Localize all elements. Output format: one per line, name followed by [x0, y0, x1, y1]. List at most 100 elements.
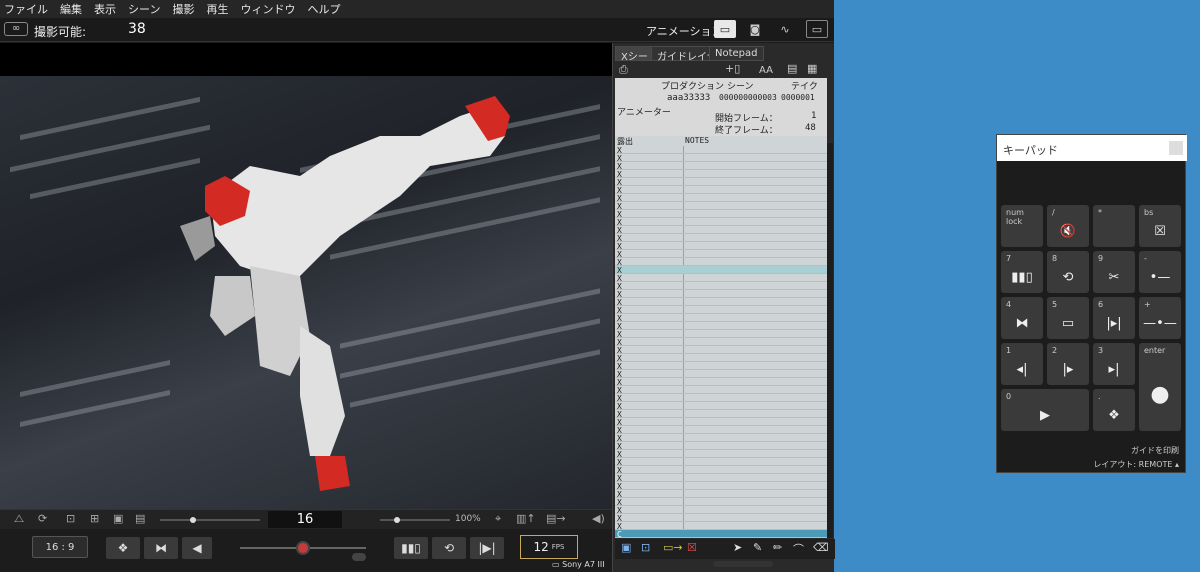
layout-selector[interactable]: レイアウト: REMOTE ▴ [1093, 459, 1179, 470]
xsheet-row[interactable]: X [615, 482, 827, 491]
camera-mode-icon[interactable]: ◙ [744, 20, 766, 38]
key-compare[interactable]: 7 ▮▮▯ [1001, 251, 1043, 293]
menu-edit[interactable]: 編集 [60, 1, 82, 17]
current-frame-number[interactable]: 16 [268, 511, 342, 528]
xsheet-row[interactable]: X [615, 506, 827, 515]
xsheet-row[interactable]: X [615, 394, 827, 403]
xsheet-h-scrollbar[interactable] [713, 561, 773, 567]
key-bowtie[interactable]: 4 ⧓ [1001, 297, 1043, 339]
font-size-button[interactable]: AA [759, 65, 773, 76]
mask-icon[interactable]: ▣ [113, 512, 123, 525]
key-minus[interactable]: - •— [1139, 251, 1181, 293]
key-step-fwd[interactable]: 2 |▸ [1047, 343, 1089, 385]
xsheet-row[interactable]: X [615, 290, 827, 299]
xsheet-row[interactable]: X [615, 266, 827, 275]
xsheet-row[interactable]: X [615, 338, 827, 347]
multi-column-icon[interactable]: ▦ [807, 62, 817, 75]
loop-button[interactable]: ⟲ [432, 537, 466, 559]
curve-icon[interactable]: ⌒ [793, 541, 804, 557]
start-frame-value[interactable]: 1 [811, 111, 816, 121]
menu-capture[interactable]: 撮影 [172, 1, 194, 17]
xsheet-row[interactable]: X [615, 522, 827, 531]
speaker-icon[interactable]: ◀) [592, 512, 605, 525]
key-step-back[interactable]: 1 ◂| [1001, 343, 1043, 385]
grid-icon[interactable]: ⊞ [90, 512, 99, 525]
print-icon[interactable]: ⎙ [619, 63, 628, 77]
key-loop[interactable]: 8 ⟲ [1047, 251, 1089, 293]
key-play[interactable]: 0 ▶ [1001, 389, 1089, 431]
xsheet-row[interactable]: X [615, 330, 827, 339]
take-value[interactable]: 0000001 [781, 93, 815, 102]
xsheet-row[interactable]: X [615, 282, 827, 291]
menu-help[interactable]: ヘルプ [307, 1, 340, 17]
step-back-button[interactable]: ◀ [182, 537, 212, 559]
frame-select-icon[interactable]: ⊡ [641, 541, 650, 554]
xsheet-row[interactable]: X [615, 490, 827, 499]
xsheet-row[interactable]: X [615, 418, 827, 427]
export-icon[interactable]: ▤→ [546, 512, 566, 525]
add-column-icon[interactable]: +▯ [725, 62, 740, 75]
xsheet-row[interactable]: X [615, 162, 827, 171]
menu-window[interactable]: ウィンドウ [240, 1, 295, 17]
key-cut[interactable]: 9 ✂ [1093, 251, 1135, 293]
xsheet-row[interactable]: X [615, 386, 827, 395]
xsheet-row[interactable]: X [615, 402, 827, 411]
xsheet-row[interactable]: X [615, 298, 827, 307]
xsheet-row[interactable]: X [615, 434, 827, 443]
print-guide-link[interactable]: ガイドを印刷 [1131, 445, 1179, 456]
xsheet-row[interactable]: X [615, 226, 827, 235]
xsheet-row[interactable]: X [615, 514, 827, 523]
xsheet-row[interactable]: X [615, 346, 827, 355]
monitor-mode-icon[interactable]: ▭ [714, 20, 736, 38]
xsheet-row[interactable]: X [615, 362, 827, 371]
flip-icon[interactable]: ⧍ [14, 512, 24, 526]
image-icon[interactable]: ▣ [621, 541, 631, 554]
crosshair-icon[interactable]: ⌖ [495, 512, 501, 526]
xsheet-row[interactable]: X [615, 458, 827, 467]
xsheet-row[interactable]: X [615, 426, 827, 435]
xsheet-row[interactable]: X [615, 274, 827, 283]
pointer-icon[interactable]: ➤ [733, 541, 742, 554]
xsheet-row[interactable]: X [615, 170, 827, 179]
play-to-end-button[interactable]: |▶| [470, 537, 504, 559]
key-plus[interactable]: + —•— [1139, 297, 1181, 339]
xsheet-row[interactable]: X [615, 234, 827, 243]
delete-icon[interactable]: ☒ [687, 541, 697, 554]
eraser-icon[interactable]: ⌫ [813, 541, 829, 554]
key-onion[interactable]: . ❖ [1093, 389, 1135, 431]
audio-wave-icon[interactable]: ∿ [774, 20, 796, 38]
xsheet-row[interactable]: C [615, 530, 827, 539]
xsheet-row[interactable]: X [615, 202, 827, 211]
keypad-close-button[interactable] [1169, 141, 1183, 155]
xsheet-row[interactable]: X [615, 178, 827, 187]
pencil-icon[interactable]: ✏ [773, 541, 782, 554]
xsheet-row[interactable]: X [615, 218, 827, 227]
xsheet-row[interactable]: X [615, 354, 827, 363]
xsheet-row[interactable]: X [615, 410, 827, 419]
opacity-slider[interactable] [240, 541, 366, 555]
production-value[interactable]: aaa33333 [667, 93, 710, 103]
xsheet-row[interactable]: X [615, 154, 827, 163]
xsheet-row[interactable]: X [615, 194, 827, 203]
tab-notepad[interactable]: Notepad [709, 46, 764, 61]
end-frame-value[interactable]: 48 [805, 123, 816, 133]
key-play-range[interactable]: 6 |▸| [1093, 297, 1135, 339]
safe-frame-icon[interactable]: ⊡ [66, 512, 75, 525]
onion-skin-button[interactable]: ❖ [106, 537, 140, 559]
aspect-ratio-button[interactable]: 16 : 9 [32, 536, 88, 558]
loop-toggle-icon[interactable]: ⧓ [144, 537, 178, 559]
xsheet-row[interactable]: X [615, 186, 827, 195]
scene-value[interactable]: 000000000003 [719, 93, 777, 102]
xsheet-row[interactable]: X [615, 442, 827, 451]
xsheet-row[interactable]: X [615, 378, 827, 387]
key-numlock[interactable]: num lock [1001, 205, 1043, 247]
xsheet-row[interactable]: X [615, 306, 827, 315]
xsheet-row[interactable]: X [615, 370, 827, 379]
window-mode-icon[interactable]: ▭ [806, 20, 828, 38]
xsheet-row[interactable]: X [615, 210, 827, 219]
camera-viewer[interactable] [0, 43, 612, 509]
timeline-icon[interactable]: ▥↑ [516, 512, 536, 525]
menu-file[interactable]: ファイル [4, 1, 48, 17]
single-column-icon[interactable]: ▤ [787, 62, 797, 75]
compare-button[interactable]: ▮▮▯ [394, 537, 428, 559]
